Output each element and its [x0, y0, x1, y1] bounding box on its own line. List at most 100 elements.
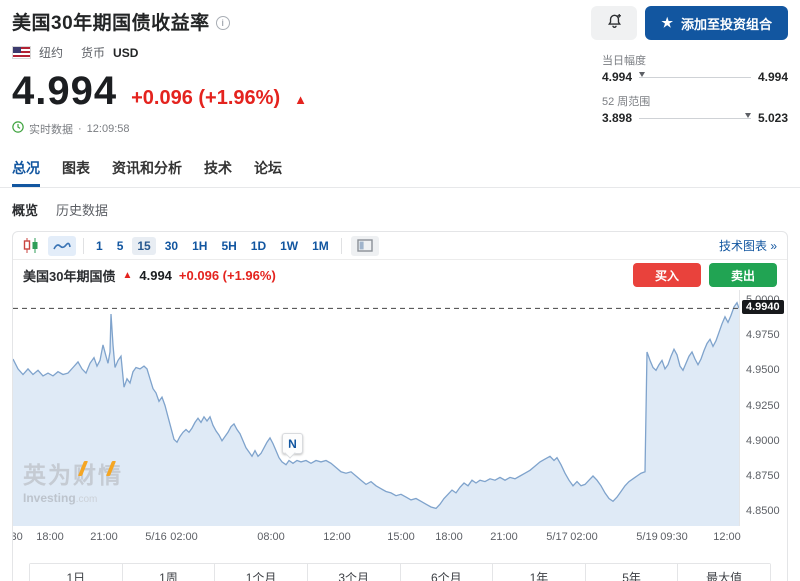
week52-range-marker — [745, 113, 751, 118]
range-button-5[interactable]: 6个月 — [400, 564, 493, 581]
interval-30[interactable]: 30 — [160, 237, 183, 255]
area-chart-icon[interactable] — [48, 236, 76, 256]
x-tick-15:00: 15:00 — [387, 531, 415, 543]
timeframe-selector: 1日1周1个月3个月6个月1年5年最大值 — [29, 563, 771, 581]
chart-plot-area: 英为财情 Investing.com N 5.00004.97504.95004… — [13, 290, 787, 526]
y-tick-4.9500: 4.9500 — [746, 364, 780, 376]
chart-panel-icon[interactable] — [351, 236, 379, 256]
y-tick-4.9250: 4.9250 — [746, 400, 780, 412]
chart-up-triangle-icon: ▲ — [122, 270, 132, 281]
week52-range-bar — [639, 118, 751, 119]
interval-1W[interactable]: 1W — [275, 237, 303, 255]
tab-5[interactable]: 论坛 — [254, 154, 282, 187]
bell-plus-icon — [605, 12, 624, 34]
subtab-1[interactable]: 概览 — [12, 200, 38, 219]
interval-1H[interactable]: 1H — [187, 237, 212, 255]
key-stats: 当日幅度 4.994 4.994 52 周范围 3.898 5.023 — [602, 52, 788, 134]
realtime-label: 实时数据 — [29, 121, 73, 137]
range-button-1[interactable]: 1日 — [30, 564, 122, 581]
price-area-chart[interactable] — [13, 290, 739, 526]
tab-4[interactable]: 技术 — [204, 154, 232, 187]
range-button-6[interactable]: 1年 — [492, 564, 585, 581]
range-button-4[interactable]: 3个月 — [307, 564, 400, 581]
sub-tabs: 概览历史数据 — [0, 188, 800, 229]
day-range-low: 4.994 — [602, 70, 632, 84]
currency-label: 货币 — [81, 44, 105, 61]
last-price: 4.994 — [12, 69, 117, 114]
dot-separator: · — [78, 123, 82, 135]
technical-chart-link[interactable]: 技术图表 » — [719, 237, 777, 254]
chart-widget: 1515301H5H1D1W1M 技术图表 » 美国30年期国债 ▲ 4.994… — [12, 231, 788, 581]
area-fill — [13, 303, 739, 526]
y-tick-4.9750: 4.9750 — [746, 329, 780, 341]
x-tick-09:30: 09:30 — [660, 531, 688, 543]
range-button-8[interactable]: 最大值 — [677, 564, 770, 581]
candlestick-chart-icon[interactable] — [21, 236, 41, 256]
instrument-page: 美国30年期国债收益率 i ★ 添加至投资组合 纽约 货币 USD 4.994 … — [0, 0, 800, 581]
y-tick-4.8750: 4.8750 — [746, 470, 780, 482]
clock-icon — [12, 120, 24, 138]
interval-15[interactable]: 15 — [132, 237, 155, 255]
buy-button[interactable]: 买入 — [633, 263, 701, 287]
us-flag-icon — [12, 46, 31, 59]
tab-1[interactable]: 总况 — [12, 154, 40, 187]
create-alert-button[interactable] — [591, 6, 637, 40]
x-tick-08:00: 08:00 — [257, 531, 285, 543]
day-range-bar — [639, 77, 751, 78]
range-button-7[interactable]: 5年 — [585, 564, 678, 581]
y-axis: 5.00004.97504.95004.92504.90004.87504.85… — [739, 290, 787, 526]
x-tick-21:00: 21:00 — [490, 531, 518, 543]
toolbar-divider — [83, 238, 84, 254]
interval-5H[interactable]: 5H — [216, 237, 241, 255]
price-change: +0.096 (+1.96%) — [131, 87, 280, 110]
x-tick-02:00: 02:00 — [570, 531, 598, 543]
day-range-high: 4.994 — [758, 70, 788, 84]
currency-value: USD — [113, 46, 138, 60]
x-tick-21:00: 21:00 — [90, 531, 118, 543]
range-button-2[interactable]: 1周 — [122, 564, 215, 581]
week52-range-label: 52 周范围 — [602, 93, 788, 109]
chart-toolbar: 1515301H5H1D1W1M 技术图表 » — [13, 232, 787, 260]
news-event-marker[interactable]: N — [282, 433, 303, 454]
market-label: 纽约 — [39, 44, 63, 61]
y-tick-4.9000: 4.9000 — [746, 435, 780, 447]
add-to-portfolio-button[interactable]: ★ 添加至投资组合 — [645, 6, 788, 40]
interval-1M[interactable]: 1M — [307, 237, 334, 255]
star-icon: ★ — [661, 15, 673, 31]
x-axis: 15:30 18:00 21:00 5/16 02:00 08:00 12:00 15:00 1… — [13, 526, 787, 548]
chart-price-change: +0.096 (+1.96%) — [179, 268, 276, 283]
main-tabs: 总况图表资讯和分析技术论坛 — [0, 154, 800, 188]
x-tick-18:00: 18:00 — [36, 531, 64, 543]
day-range-label: 当日幅度 — [602, 52, 788, 68]
chart-instrument-name: 美国30年期国债 — [23, 266, 115, 285]
interval-1D[interactable]: 1D — [246, 237, 271, 255]
page-title: 美国30年期国债收益率 — [12, 8, 210, 35]
current-price-label: 4.9940 — [742, 300, 784, 314]
x-tick-5/17: 5/17 — [546, 531, 567, 543]
tab-2[interactable]: 图表 — [62, 154, 90, 187]
up-triangle-icon: ▲ — [294, 92, 307, 107]
interval-1[interactable]: 1 — [91, 237, 108, 255]
interval-5[interactable]: 5 — [112, 237, 129, 255]
add-to-portfolio-label: 添加至投资组合 — [681, 14, 772, 33]
subtab-2[interactable]: 历史数据 — [56, 200, 108, 219]
range-button-3[interactable]: 1个月 — [214, 564, 307, 581]
toolbar-divider — [341, 238, 342, 254]
x-tick-5/19: 5/19 — [636, 531, 657, 543]
x-tick-15:30: 15:30 — [12, 531, 23, 543]
chart-last-price: 4.994 — [139, 268, 172, 283]
y-tick-4.8500: 4.8500 — [746, 505, 780, 517]
x-tick-5/16: 5/16 — [145, 531, 166, 543]
x-tick-12:00: 12:00 — [713, 531, 741, 543]
last-update-time: 12:09:58 — [87, 123, 130, 135]
tab-3[interactable]: 资讯和分析 — [112, 154, 182, 187]
x-tick-12:00: 12:00 — [323, 531, 351, 543]
week52-low: 3.898 — [602, 111, 632, 125]
sell-button[interactable]: 卖出 — [709, 263, 777, 287]
week52-high: 5.023 — [758, 111, 788, 125]
interval-selector: 1515301H5H1D1W1M — [91, 237, 334, 255]
day-range-marker — [639, 72, 645, 77]
info-icon[interactable]: i — [216, 16, 230, 30]
header-section: 美国30年期国债收益率 i ★ 添加至投资组合 纽约 货币 USD 4.994 … — [0, 0, 800, 138]
x-tick-02:00: 02:00 — [170, 531, 198, 543]
